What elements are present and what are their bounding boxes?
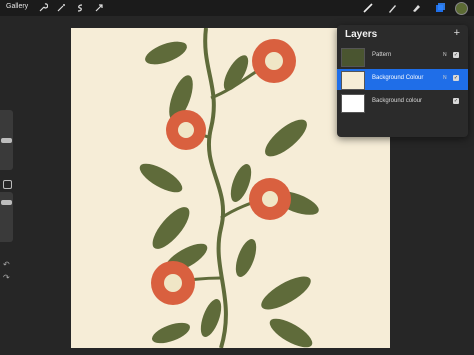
top-toolbar: Gallery [0,0,474,16]
layers-panel: Layers + Pattern N ✓ Background Colour N… [337,25,468,137]
visibility-checkbox[interactable]: ✓ [453,98,459,104]
layer-thumbnail [341,48,365,67]
visibility-checkbox[interactable]: ✓ [453,52,459,58]
blend-mode-label[interactable]: N [443,52,447,58]
opacity-slider[interactable] [0,192,13,242]
brush-icon[interactable] [362,2,374,14]
layers-icon[interactable] [434,2,446,14]
layer-row-background-colour[interactable]: Background Colour N ✓ [337,69,468,90]
magic-wand-icon[interactable] [56,3,66,13]
gallery-button[interactable]: Gallery [6,3,28,10]
left-sidebar: ↶ ↷ [0,110,13,290]
blend-mode-label[interactable]: N [443,75,447,81]
layer-thumbnail [341,94,365,113]
layer-name: Background colour [372,98,423,104]
transform-icon[interactable] [94,3,104,13]
layers-title: Layers [345,29,378,40]
selection-icon[interactable] [75,3,85,13]
layer-row-background-colour-base[interactable]: Background colour ✓ [337,92,468,113]
undo-icon[interactable]: ↶ [3,260,10,269]
layer-row-pattern[interactable]: Pattern N ✓ [337,46,468,67]
redo-icon[interactable]: ↷ [3,273,10,282]
layer-thumbnail [341,71,365,90]
smudge-icon[interactable] [386,2,398,14]
opacity-handle[interactable] [1,200,12,205]
visibility-checkbox[interactable]: ✓ [453,75,459,81]
wrench-icon[interactable] [38,3,48,13]
brush-size-handle[interactable] [1,138,12,143]
add-layer-button[interactable]: + [454,27,460,39]
layer-name: Background Colour [372,75,424,81]
layer-name: Pattern [372,52,392,58]
modify-button[interactable] [3,180,12,189]
color-swatch[interactable] [455,2,468,15]
brush-size-slider[interactable] [0,110,13,170]
eraser-icon[interactable] [410,2,422,14]
